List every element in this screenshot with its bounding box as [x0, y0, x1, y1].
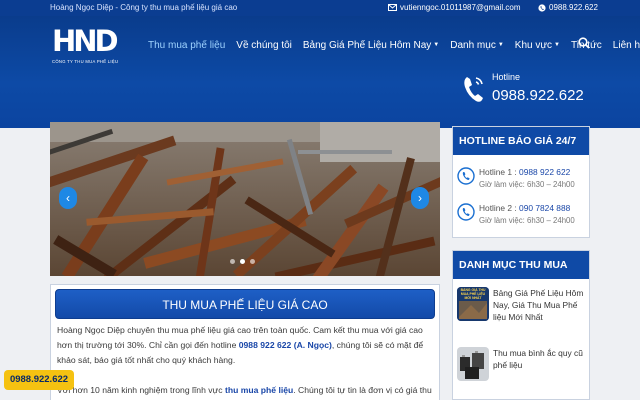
search-button[interactable]: [578, 37, 590, 52]
hero-slider[interactable]: ‹ ›: [50, 122, 440, 276]
header-hotline-label: Hotline: [492, 72, 521, 82]
hotline-1-hours: Giờ làm việc: 6h30 – 24h00: [479, 180, 575, 189]
intro-title: THU MUA PHẾ LIỆU GIÁ CAO: [55, 289, 435, 319]
hotline-2-hours: Giờ làm việc: 6h30 – 24h00: [479, 216, 575, 225]
caret-down-icon: ▼: [497, 42, 504, 48]
logo-mark: HND: [52, 24, 119, 58]
phone-handset-icon: [464, 77, 483, 102]
price-list-thumbnail: BẢNG GIÁ THU MUA PHẾ LIỆU MỚI NHẤT: [457, 287, 489, 321]
caret-down-icon: ▼: [433, 42, 440, 48]
top-phone-text: 0988.922.622: [549, 3, 598, 12]
nav-item[interactable]: Thu mua phế liệu: [148, 40, 225, 51]
intro-paragraph-1: Hoàng Ngọc Diệp chuyên thu mua phế liệu …: [57, 323, 437, 368]
hotline-1-number: 0988 922 622: [519, 167, 571, 177]
category-item[interactable]: Thu mua bình ắc quy cũ phế liệu: [455, 343, 589, 399]
nav-item-label: Về chúng tôi: [236, 39, 292, 51]
category-box-title: DANH MỤC THU MUA: [453, 251, 589, 279]
hotline-2-text: Hotline 2 : 090 7824 888: [479, 203, 570, 213]
floating-call-button[interactable]: 0988.922.622: [4, 370, 74, 390]
chevron-left-icon: ‹: [66, 191, 70, 205]
intro-paragraph-2: Với hơn 10 năm kinh nghiệm trong lĩnh vự…: [57, 383, 437, 400]
nav-item[interactable]: Liên hệ: [613, 40, 640, 51]
nav-item[interactable]: Khu vực ▼: [515, 40, 560, 51]
category-item[interactable]: BẢNG GIÁ THU MUA PHẾ LIỆU MỚI NHẤT Bảng …: [455, 283, 589, 339]
slider-dot[interactable]: [230, 259, 235, 264]
nav-item-label: Liên hệ: [612, 39, 640, 51]
slider-dot-active[interactable]: [240, 259, 245, 264]
search-icon: [578, 37, 590, 49]
price-list-thumbnail-text: BẢNG GIÁ THU MUA PHẾ LIỆU MỚI NHẤT: [460, 288, 486, 300]
nav-item-label: Bảng Giá Phế Liệu Hôm Nay: [302, 39, 432, 51]
top-bar: Hoàng Ngọc Diệp - Công ty thu mua phế li…: [0, 0, 640, 16]
phone-icon: [538, 3, 546, 12]
price-list-thumbnail-art: BẢNG GIÁ THU MUA PHẾ LIỆU MỚI NHẤT: [457, 287, 489, 321]
site-logo[interactable]: HND CÔNG TY THU MUA PHẾ LIỆU: [52, 24, 119, 70]
chevron-right-icon: ›: [418, 191, 422, 205]
category-box: DANH MỤC THU MUA BẢNG GIÁ THU MUA PHẾ LI…: [452, 250, 590, 400]
hotline-2-label: Hotline 2 :: [479, 203, 520, 213]
category-item-caption: Thu mua bình ắc quy cũ phế liệu: [493, 348, 583, 370]
hotline-row-1[interactable]: Hotline 1 : 0988 922 622 Giờ làm việc: 6…: [455, 163, 587, 197]
category-item-caption: Bảng Giá Phế Liệu Hôm Nay, Giá Thu Mua P…: [493, 288, 584, 322]
hotline-1-text: Hotline 1 : 0988 922 622: [479, 167, 570, 177]
nav-item-label: Khu vực: [514, 39, 553, 51]
hotline-box: HOTLINE BÁO GIÁ 24/7 Hotline 1 : 0988 92…: [452, 126, 590, 238]
nav-item[interactable]: Bảng Giá Phế Liệu Hôm Nay ▼: [303, 40, 439, 51]
scrap-metal-image: [50, 122, 440, 276]
top-phone[interactable]: 0988.922.622: [538, 3, 598, 12]
intro-text: Với hơn 10 năm kinh nghiệm trong lĩnh vự…: [57, 385, 225, 395]
header-hotline-number: 0988.922.622: [492, 87, 584, 104]
nav-item[interactable]: Về chúng tôi: [236, 40, 292, 51]
main-nav: Thu mua phế liệu Về chúng tôi Bảng Giá Phế…: [148, 34, 640, 56]
nav-item-label: Thu mua phế liệu: [148, 39, 226, 51]
battery-thumbnail-art: [457, 347, 489, 381]
slider-prev-button[interactable]: ‹: [59, 187, 77, 209]
caret-down-icon: ▼: [554, 42, 560, 48]
top-email-text: vutienngoc.01011987@gmail.com: [400, 3, 521, 12]
intro-section: THU MUA PHẾ LIỆU GIÁ CAO Hoàng Ngọc Diệp…: [50, 284, 440, 400]
phone-circle-icon: [457, 167, 475, 185]
intro-hotline-link[interactable]: 0988 922 622 (A. Ngọc): [239, 340, 332, 350]
phone-circle-icon: [457, 203, 475, 221]
tagline: Hoàng Ngọc Diệp - Công ty thu mua phế li…: [50, 3, 238, 12]
nav-item[interactable]: Danh mục ▼: [450, 40, 504, 51]
hotline-box-title: HOTLINE BÁO GIÁ 24/7: [453, 127, 589, 155]
hotline-2-number: 090 7824 888: [519, 203, 571, 213]
hotline-1-label: Hotline 1 :: [479, 167, 520, 177]
thu-mua-phe-lieu-link[interactable]: thu mua phế liệu: [225, 385, 293, 395]
logo-subtitle: CÔNG TY THU MUA PHẾ LIỆU: [52, 59, 119, 64]
nav-item-label: Danh mục: [450, 39, 496, 51]
hotline-row-2[interactable]: Hotline 2 : 090 7824 888 Giờ làm việc: 6…: [455, 199, 587, 233]
envelope-icon: [388, 4, 397, 11]
site-header: HND CÔNG TY THU MUA PHẾ LIỆU Thu mua phế…: [0, 16, 640, 128]
slider-dot[interactable]: [250, 259, 255, 264]
top-email[interactable]: vutienngoc.01011987@gmail.com: [388, 3, 521, 12]
slider-next-button[interactable]: ›: [411, 187, 429, 209]
battery-thumbnail: [457, 347, 489, 381]
